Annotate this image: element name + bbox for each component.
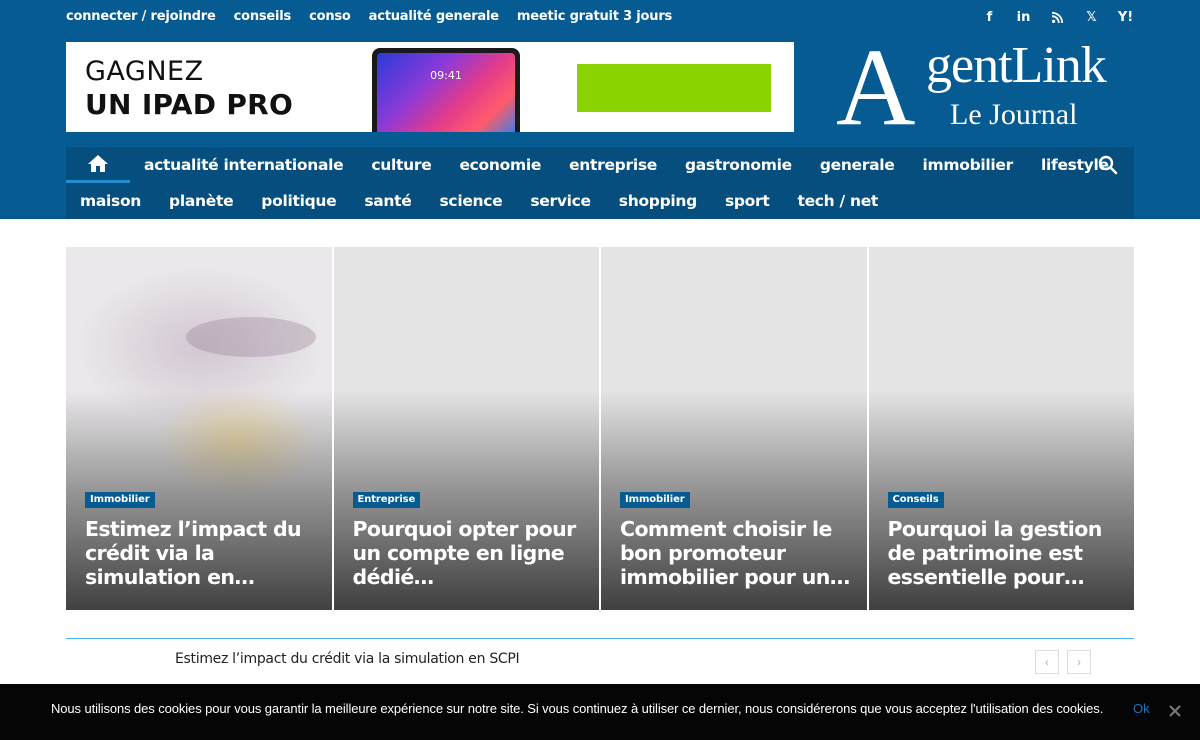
featured-card[interactable]: Immobilier Estimez l’impact du crédit vi… [66,247,332,610]
top-links: connecter / rejoindre conseils conso act… [66,9,690,24]
logo-subtitle: Le Journal [950,98,1078,131]
category-tag[interactable]: Immobilier [620,492,690,508]
featured-card[interactable]: Immobilier Comment choisir le bon promot… [601,247,867,610]
ipad-screen: 09:41 [377,53,515,132]
nav-item-sante[interactable]: santé [350,192,425,210]
banner-headline-1: GAGNEZ [85,56,204,87]
social-icons: f in 𝕏 Y! [981,8,1134,26]
category-tag[interactable]: Immobilier [85,492,155,508]
nav-item-economie[interactable]: economie [445,156,555,174]
featured-card[interactable]: Conseils Pourquoi la gestion de patrimoi… [868,247,1134,610]
nav-home[interactable] [66,147,130,183]
ticker-divider [66,638,1134,639]
top-link-meetic[interactable]: meetic gratuit 3 jours [517,9,672,24]
featured-card[interactable]: Entreprise Pourquoi opter pour un compte… [333,247,599,610]
nav-item-entreprise[interactable]: entreprise [555,156,671,174]
card-image-detail [186,317,316,357]
news-ticker-headline[interactable]: Estimez l’impact du crédit via la simula… [175,651,520,667]
nav-item-culture[interactable]: culture [357,156,445,174]
logo-name: gentLink [926,37,1107,94]
card-title[interactable]: Pourquoi la gestion de patrimoine est es… [888,517,1123,589]
nav-item-science[interactable]: science [426,192,517,210]
banner-headline-2: UN IPAD PRO [85,88,294,121]
ticker-next-button[interactable]: › [1067,650,1091,674]
nav-item-planete[interactable]: planète [155,192,247,210]
card-title[interactable]: Comment choisir le bon promoteur immobil… [620,517,855,589]
nav-item-gastronomie[interactable]: gastronomie [671,156,806,174]
category-tag[interactable]: Conseils [887,492,944,508]
home-icon [88,155,108,172]
close-icon[interactable] [1166,702,1184,720]
top-bar: connecter / rejoindre conseils conso act… [66,0,1134,36]
nav-item-service[interactable]: service [516,192,604,210]
logo-letter: A [836,26,916,148]
nav-item-shopping[interactable]: shopping [605,192,711,210]
nav-row-2: maison planète politique santé science s… [66,183,892,219]
nav-item-generale[interactable]: generale [806,156,909,174]
nav-item-maison[interactable]: maison [66,192,155,210]
facebook-icon[interactable]: f [981,8,998,26]
x-icon[interactable]: 𝕏 [1083,8,1100,26]
nav-item-immobilier[interactable]: immobilier [909,156,1027,174]
featured-grid: Immobilier Estimez l’impact du crédit vi… [66,247,1134,610]
nav-item-tech-net[interactable]: tech / net [783,192,892,210]
banner-cta-button[interactable] [577,64,771,112]
cookie-banner: Nous utilisons des cookies pour vous gar… [0,684,1200,740]
cookie-message: Nous utilisons des cookies pour vous gar… [51,701,1104,716]
top-link-login[interactable]: connecter / rejoindre [66,9,216,24]
card-title[interactable]: Pourquoi opter pour un compte en ligne d… [353,517,588,589]
nav-item-sport[interactable]: sport [711,192,784,210]
nav-item-actualite-internationale[interactable]: actualité internationale [130,156,357,174]
category-tag[interactable]: Entreprise [352,492,421,508]
search-icon[interactable] [1098,155,1118,175]
yahoo-icon[interactable]: Y! [1117,8,1134,26]
cookie-ok-button[interactable]: Ok [1133,701,1150,716]
main-nav: actualité internationale culture economi… [66,147,1134,219]
nav-item-politique[interactable]: politique [247,192,350,210]
linkedin-icon[interactable]: in [1015,8,1032,26]
ticker-prev-button[interactable]: ‹ [1035,650,1059,674]
ipad-image: 09:41 [372,48,520,132]
site-header: connecter / rejoindre conseils conso act… [0,0,1200,219]
nav-row-1: actualité internationale culture economi… [66,147,1123,183]
ipad-time: 09:41 [430,69,462,82]
card-title[interactable]: Estimez l’impact du crédit via la simula… [85,517,320,589]
rss-icon[interactable] [1049,8,1066,26]
top-link-conso[interactable]: conso [309,9,351,24]
site-logo[interactable]: A gentLink Le Journal [836,32,1134,142]
top-link-actualite-generale[interactable]: actualité generale [369,9,499,24]
ad-banner[interactable]: GAGNEZ UN IPAD PRO 09:41 [66,42,794,132]
top-link-conseils[interactable]: conseils [234,9,292,24]
